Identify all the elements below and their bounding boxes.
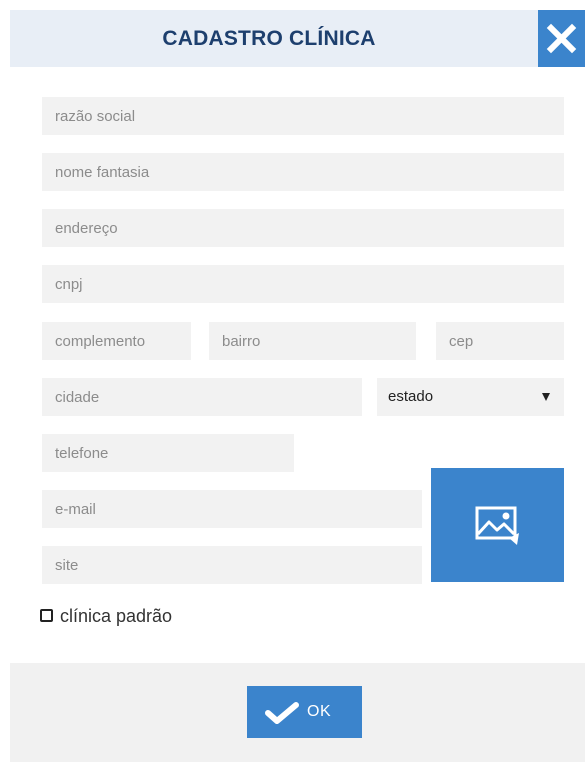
image-upload-button[interactable] <box>431 468 564 582</box>
dialog-title: CADASTRO CLÍNICA <box>162 27 376 50</box>
telefone-input[interactable] <box>42 434 294 472</box>
cidade-input[interactable] <box>42 378 362 416</box>
dialog-footer: OK <box>10 663 585 762</box>
dropdown-arrow-icon <box>542 393 550 401</box>
dialog-header: CADASTRO CLÍNICA <box>10 10 585 67</box>
bairro-input[interactable] <box>209 322 416 360</box>
cnpj-input[interactable] <box>42 265 564 303</box>
complemento-input[interactable] <box>42 322 191 360</box>
razao-social-input[interactable] <box>42 97 564 135</box>
site-input[interactable] <box>42 546 422 584</box>
estado-selected-value: estado <box>388 388 434 405</box>
estado-select[interactable]: estado <box>377 378 564 416</box>
email-input[interactable] <box>42 490 422 528</box>
cep-input[interactable] <box>436 322 564 360</box>
ok-button[interactable]: OK <box>247 686 362 738</box>
ok-button-label: OK <box>307 703 332 720</box>
default-clinic-checkbox[interactable] <box>40 609 53 622</box>
default-clinic-label: clínica padrão <box>60 606 173 626</box>
cadastro-clinica-dialog: CADASTRO CLÍNICA estado <box>10 0 585 762</box>
close-button[interactable] <box>538 10 585 67</box>
nome-fantasia-input[interactable] <box>42 153 564 191</box>
endereco-input[interactable] <box>42 209 564 247</box>
